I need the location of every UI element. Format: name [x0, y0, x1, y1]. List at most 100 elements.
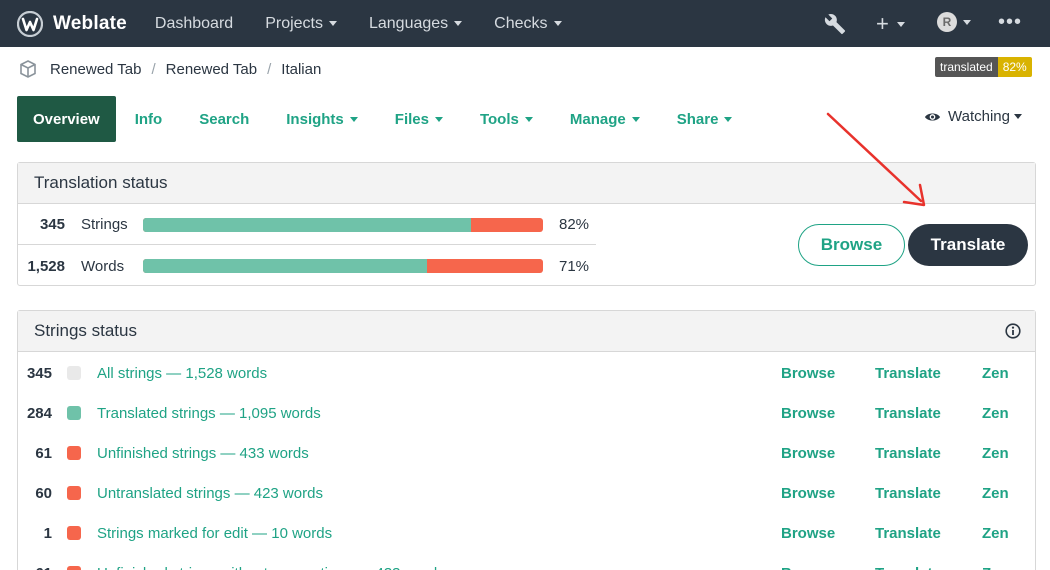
row-zen-link[interactable]: Zen [982, 405, 1009, 422]
tab-insights-label: Insights [286, 110, 344, 128]
breadcrumb: Renewed Tab / Renewed Tab / Italian [18, 58, 321, 80]
tab-manage[interactable]: Manage [570, 96, 640, 142]
row-zen-link[interactable]: Zen [982, 365, 1009, 382]
row-zen-link[interactable]: Zen [982, 485, 1009, 502]
strings-status-row: 284 Translated strings — 1,095 words Brows… [18, 393, 1035, 433]
tab-insights[interactable]: Insights [286, 96, 358, 142]
status-swatch [67, 526, 81, 540]
strings-status-heading: Strings status [18, 311, 1035, 352]
caret-down-icon [328, 21, 337, 26]
row-zen-link[interactable]: Zen [982, 445, 1009, 462]
row-browse-link[interactable]: Browse [781, 405, 835, 422]
row-count: 1 [43, 524, 52, 542]
wrench-icon[interactable] [824, 13, 846, 35]
caret-down-icon [434, 116, 443, 122]
words-stat-row: 1,528 Words 71% [18, 246, 596, 286]
translate-button[interactable]: Translate [908, 224, 1028, 266]
strings-label: Strings [81, 216, 128, 233]
row-label-link[interactable]: Strings marked for edit — 10 words [97, 525, 332, 542]
tab-tools-label: Tools [479, 110, 519, 128]
tab-search[interactable]: Search [199, 96, 249, 142]
nav-checks[interactable]: Checks [494, 14, 562, 33]
tab-files-label: Files [394, 110, 429, 128]
brand-name: Weblate [53, 12, 127, 34]
row-count: 61 [35, 444, 52, 462]
translated-badge[interactable]: translated 82% [935, 57, 1032, 77]
row-browse-link[interactable]: Browse [781, 565, 835, 570]
row-count: 284 [26, 404, 52, 422]
tab-overview[interactable]: Overview [17, 96, 116, 142]
words-label: Words [81, 257, 125, 275]
user-menu-button[interactable]: R [937, 12, 971, 32]
add-menu-button[interactable]: + [876, 11, 905, 37]
row-count: 345 [26, 364, 52, 382]
nav-languages[interactable]: Languages [369, 15, 463, 33]
nav-projects[interactable]: Projects [265, 15, 337, 33]
tab-share[interactable]: Share [677, 96, 733, 142]
strings-status-row: 60 Untranslated strings — 423 words Browse… [18, 473, 1035, 513]
caret-down-icon [454, 21, 463, 26]
tab-manage-label: Manage [569, 110, 626, 128]
words-percent: 71% [559, 257, 590, 275]
breadcrumb-language[interactable]: Italian [281, 61, 321, 78]
status-swatch [67, 446, 81, 460]
breadcrumb-separator: / [267, 60, 272, 78]
tab-info-label: Info [134, 110, 163, 128]
strings-count: 345 [39, 216, 65, 233]
row-label-link[interactable]: Untranslated strings — 423 words [97, 485, 323, 502]
info-icon[interactable] [1005, 323, 1021, 339]
caret-down-icon [896, 21, 905, 27]
row-label-link[interactable]: Unfinished strings — 433 words [97, 445, 309, 462]
row-label-link[interactable]: All strings — 1,528 words [97, 365, 267, 382]
strings-stat-row: 345 Strings 82% [18, 205, 596, 245]
eye-icon [924, 112, 941, 121]
badge-value: 82% [997, 57, 1032, 77]
brand[interactable]: Weblate [17, 10, 127, 37]
row-translate-link[interactable]: Translate [875, 445, 941, 462]
strings-progress-bar [143, 217, 543, 232]
strings-status-row: 61 Unfinished strings — 433 words Browse Tr… [18, 433, 1035, 473]
watching-dropdown[interactable]: Watching [924, 108, 1022, 125]
row-label-link[interactable]: Translated strings — 1,095 words [97, 405, 321, 422]
tab-files[interactable]: Files [395, 96, 443, 142]
tab-share-label: Share [676, 110, 719, 128]
tab-tools[interactable]: Tools [480, 96, 533, 142]
nav-dashboard-label: Dashboard [154, 14, 234, 32]
status-swatch [67, 366, 81, 380]
row-browse-link[interactable]: Browse [781, 365, 835, 382]
caret-down-icon [524, 116, 533, 122]
row-zen-link[interactable]: Zen [982, 525, 1009, 542]
row-count: 60 [35, 484, 52, 502]
row-browse-link[interactable]: Browse [781, 485, 835, 502]
row-translate-link[interactable]: Translate [875, 525, 941, 542]
translation-status-panel: Translation status 345 Strings 82% 1,528… [17, 162, 1036, 286]
browse-button[interactable]: Browse [798, 224, 905, 266]
strings-status-panel: Strings status 345 All strings — 1,528 wo… [17, 310, 1036, 570]
caret-down-icon [963, 19, 971, 25]
row-translate-link[interactable]: Translate [875, 365, 941, 382]
row-translate-link[interactable]: Translate [875, 565, 941, 570]
more-options-icon[interactable]: ••• [998, 11, 1022, 34]
status-swatch [67, 406, 81, 420]
nav-checks-label: Checks [494, 14, 548, 32]
tab-info[interactable]: Info [135, 96, 163, 142]
avatar: R [937, 12, 957, 32]
cube-icon [20, 60, 36, 78]
row-browse-link[interactable]: Browse [781, 445, 835, 462]
breadcrumb-component[interactable]: Renewed Tab [166, 61, 257, 78]
weblate-logo-icon [17, 10, 43, 37]
status-swatch [67, 566, 81, 570]
row-translate-link[interactable]: Translate [875, 405, 941, 422]
breadcrumb-separator: / [151, 60, 156, 78]
row-browse-link[interactable]: Browse [781, 525, 835, 542]
nav-dashboard[interactable]: Dashboard [155, 15, 233, 33]
breadcrumb-project[interactable]: Renewed Tab [50, 61, 141, 78]
row-count: 61 [18, 565, 52, 570]
component-tabs: Overview Info Search Insights Files Tool… [17, 96, 733, 142]
strings-status-row: 1 Strings marked for edit — 10 words Brows… [18, 513, 1035, 553]
row-translate-link[interactable]: Translate [875, 485, 941, 502]
translation-status-heading: Translation status [18, 163, 1035, 204]
row-label-link[interactable]: Unfinished strings without suggestions —… [97, 565, 445, 570]
row-zen-link[interactable]: Zen [982, 565, 1009, 570]
top-navbar: Weblate Dashboard Projects Languages Che… [0, 0, 1050, 47]
